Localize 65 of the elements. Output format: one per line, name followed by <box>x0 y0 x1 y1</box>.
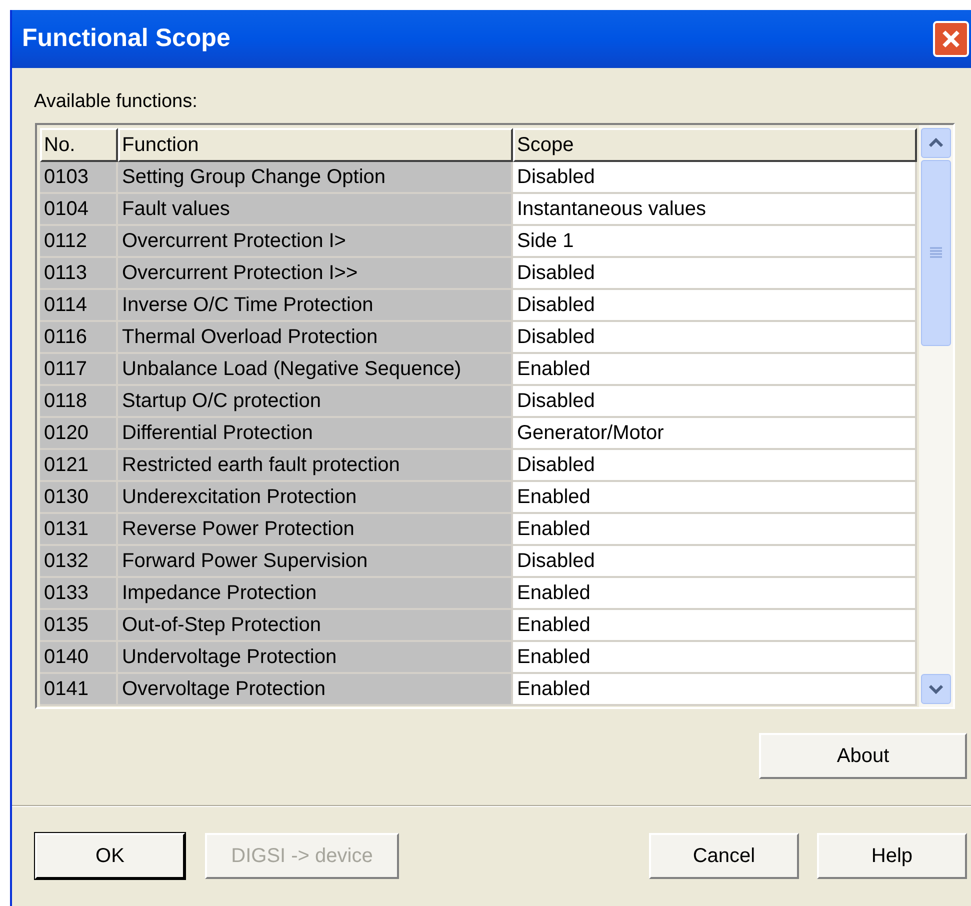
table-cell: Reverse Power Protection <box>118 514 513 546</box>
table-cell[interactable]: Instantaneous values <box>513 194 917 226</box>
scroll-thumb[interactable] <box>921 160 951 346</box>
table-cell[interactable]: Disabled <box>513 546 917 578</box>
table-cell[interactable]: Enabled <box>513 514 917 546</box>
table-cell: 0131 <box>40 514 118 546</box>
table-cell: Unbalance Load (Negative Sequence) <box>118 354 513 386</box>
table-cell: Thermal Overload Protection <box>118 322 513 354</box>
table-cell[interactable]: Enabled <box>513 610 917 642</box>
table-cell: Differential Protection <box>118 418 513 450</box>
table-cell: Inverse O/C Time Protection <box>118 290 513 322</box>
table-cell: 0140 <box>40 642 118 674</box>
table-cell: Undervoltage Protection <box>118 642 513 674</box>
table-cell: 0135 <box>40 610 118 642</box>
table-cell[interactable]: Enabled <box>513 354 917 386</box>
table-cell[interactable]: Disabled <box>513 162 917 194</box>
table-cell: Forward Power Supervision <box>118 546 513 578</box>
dialog-button[interactable]: Help <box>817 832 967 878</box>
table-cell[interactable]: Disabled <box>513 386 917 418</box>
table-cell[interactable]: Enabled <box>513 674 917 706</box>
dialog-button[interactable]: About <box>759 732 967 778</box>
dialog-button[interactable]: Cancel <box>649 832 799 878</box>
table-cell: 0112 <box>40 226 118 258</box>
table-cell[interactable]: Side 1 <box>513 226 917 258</box>
table-cell[interactable]: Disabled <box>513 450 917 482</box>
table-cell: Underexcitation Protection <box>118 482 513 514</box>
table-cell[interactable]: Enabled <box>513 482 917 514</box>
table-cell: 0130 <box>40 482 118 514</box>
window-title: Functional Scope <box>22 23 230 54</box>
table-cell: Overvoltage Protection <box>118 674 513 706</box>
table-cell[interactable]: Disabled <box>513 322 917 354</box>
table-cell: Out-of-Step Protection <box>118 610 513 642</box>
table-cell[interactable]: Disabled <box>513 290 917 322</box>
table-cell: 0116 <box>40 322 118 354</box>
table-cell: Setting Group Change Option <box>118 162 513 194</box>
table-cell: 0104 <box>40 194 118 226</box>
table-cell: 0103 <box>40 162 118 194</box>
table-cell[interactable]: Enabled <box>513 642 917 674</box>
table-cell: Restricted earth fault protection <box>118 450 513 482</box>
table-cell: 0113 <box>40 258 118 290</box>
scrollbar[interactable] <box>919 124 953 706</box>
column-header[interactable]: Function <box>118 128 513 162</box>
table-cell: 0118 <box>40 386 118 418</box>
table-cell[interactable]: Enabled <box>513 578 917 610</box>
close-button[interactable] <box>933 21 969 57</box>
table-cell: Overcurrent Protection I>> <box>118 258 513 290</box>
table-cell: 0132 <box>40 546 118 578</box>
table-cell: Overcurrent Protection I> <box>118 226 513 258</box>
table-cell: 0120 <box>40 418 118 450</box>
table-cell: 0133 <box>40 578 118 610</box>
table-cell: 0121 <box>40 450 118 482</box>
column-header[interactable]: No. <box>40 128 118 162</box>
dialog-button[interactable]: OK <box>35 832 185 878</box>
table-cell[interactable]: Disabled <box>513 258 917 290</box>
table-cell: 0117 <box>40 354 118 386</box>
table-cell: 0114 <box>40 290 118 322</box>
grip-icon <box>930 246 942 260</box>
column-header[interactable]: Scope <box>513 128 917 162</box>
list-label: Available functions: <box>34 91 198 112</box>
table-cell: 0141 <box>40 674 118 706</box>
close-icon <box>941 29 961 49</box>
table-cell: Startup O/C protection <box>118 386 513 418</box>
table-cell[interactable]: Generator/Motor <box>513 418 917 450</box>
table-cell: Fault values <box>118 194 513 226</box>
table-cell: Impedance Protection <box>118 578 513 610</box>
